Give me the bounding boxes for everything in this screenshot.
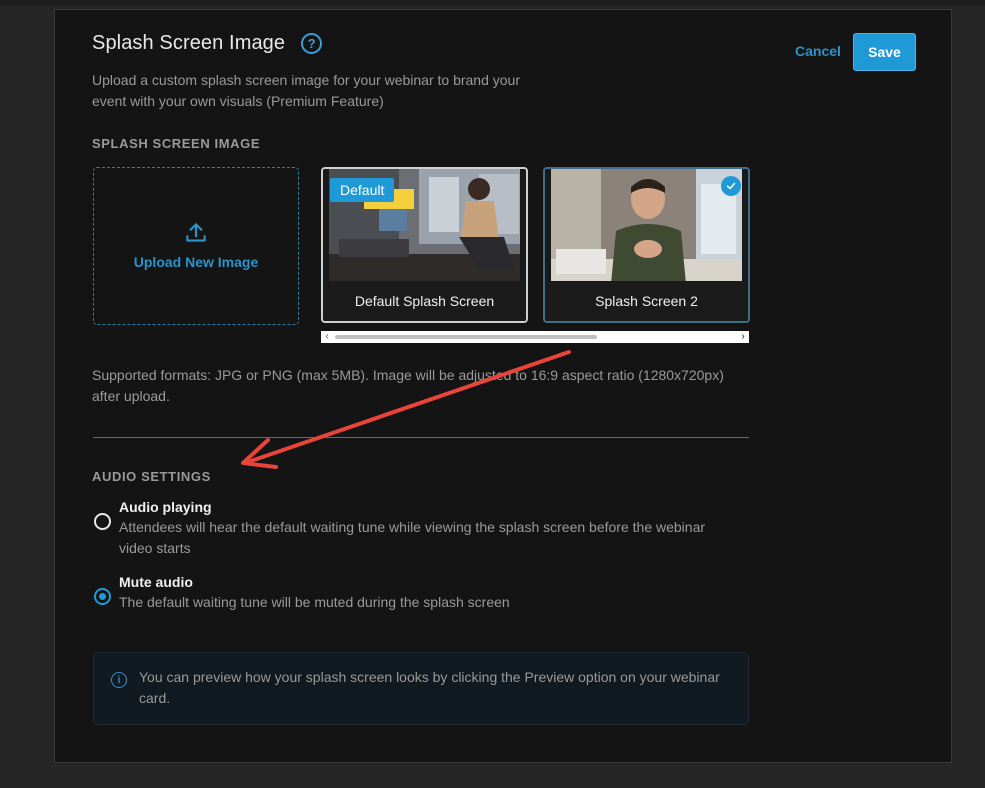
scroll-left-icon[interactable]: ‹ xyxy=(321,331,333,343)
thumbnails-scrollbar[interactable]: ‹ › xyxy=(321,331,749,343)
audio-section-label: AUDIO SETTINGS xyxy=(92,469,211,484)
mute-audio-radio[interactable] xyxy=(94,588,111,605)
thumbnail-splash-screen-2[interactable]: Splash Screen 2 xyxy=(543,167,750,323)
radio-description: Attendees will hear the default waiting … xyxy=(119,519,706,556)
question-circle-icon[interactable]: ? xyxy=(301,33,323,54)
title-row: Splash Screen Image ? xyxy=(92,32,323,55)
audio-playing-radio[interactable] xyxy=(94,513,111,530)
info-box: i You can preview how your splash screen… xyxy=(93,652,749,725)
page-subtitle: Upload a custom splash screen image for … xyxy=(92,72,520,109)
audio-option-playing[interactable]: Audio playing Attendees will hear the de… xyxy=(94,497,719,559)
thumbnail-caption: Splash Screen 2 xyxy=(545,281,748,321)
thumbnail-default-splash-screen[interactable]: Default Default Splash Screen xyxy=(321,167,528,323)
upload-new-image-button[interactable]: Upload New Image xyxy=(93,167,299,325)
info-text: You can preview how your splash screen l… xyxy=(139,669,720,706)
default-badge: Default xyxy=(330,178,395,202)
save-button[interactable]: Save xyxy=(853,33,916,71)
section-divider xyxy=(93,437,749,438)
check-icon xyxy=(726,182,736,190)
radio-title: Audio playing xyxy=(119,499,212,515)
supported-formats-text: Supported formats: JPG or PNG (max 5MB).… xyxy=(92,367,724,404)
scrollbar-thumb[interactable] xyxy=(335,335,597,339)
top-bar xyxy=(0,0,985,6)
selected-check-badge xyxy=(721,176,741,196)
scroll-right-icon[interactable]: › xyxy=(737,331,749,343)
upload-icon xyxy=(186,223,206,242)
thumbnail-caption: Default Splash Screen xyxy=(323,281,526,321)
splash-section-label: SPLASH SCREEN IMAGE xyxy=(92,136,261,151)
cancel-button[interactable]: Cancel xyxy=(795,43,841,59)
audio-option-mute[interactable]: Mute audio The default waiting tune will… xyxy=(94,572,719,613)
thumbnail-image xyxy=(551,169,742,284)
info-circle-icon: i xyxy=(111,672,127,688)
radio-title: Mute audio xyxy=(119,574,193,590)
page-title: Splash Screen Image xyxy=(92,32,286,54)
upload-label: Upload New Image xyxy=(133,254,259,270)
radio-description: The default waiting tune will be muted d… xyxy=(119,594,510,610)
